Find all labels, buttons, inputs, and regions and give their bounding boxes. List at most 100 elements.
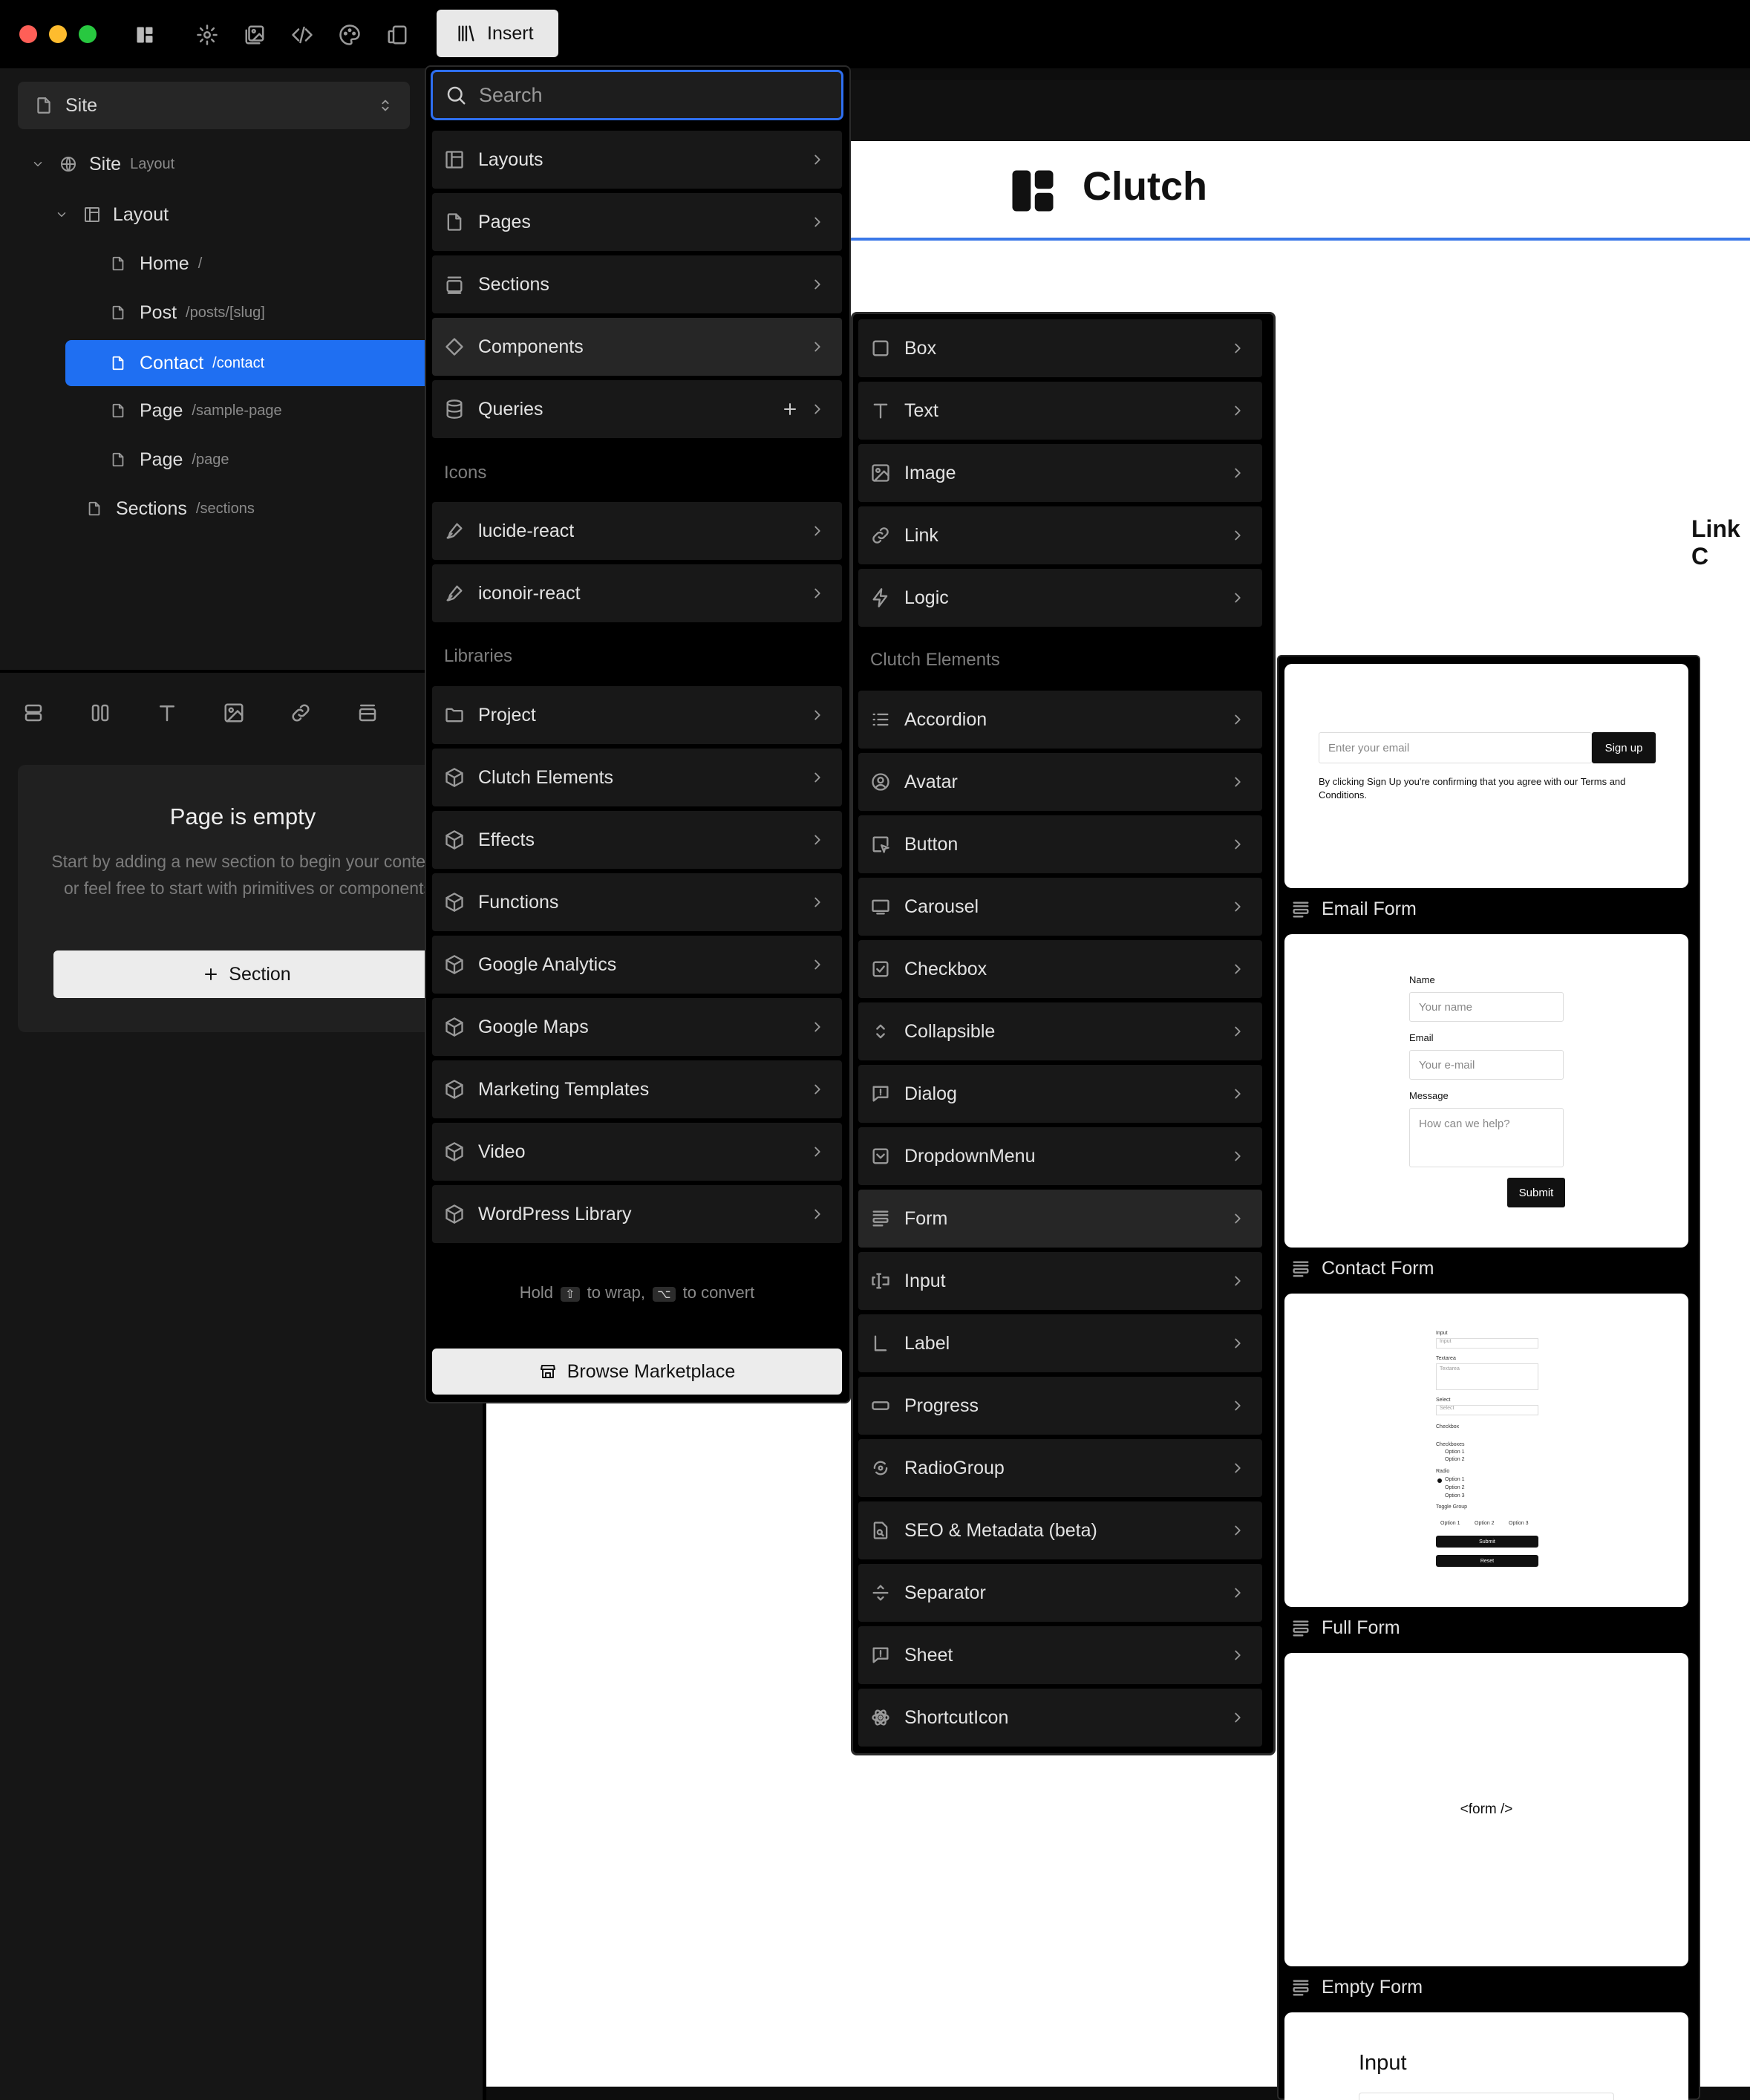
search-field[interactable] xyxy=(431,70,843,120)
add-box-button[interactable] xyxy=(0,702,67,724)
tree-item-post[interactable]: Post /posts/[slug] xyxy=(0,291,427,334)
component-item-link[interactable]: Link xyxy=(858,506,1262,564)
chevron-right-icon xyxy=(1235,405,1241,416)
link-icon xyxy=(292,704,310,722)
library-item-functions[interactable]: Functions xyxy=(432,873,842,931)
input-form-preview[interactable]: Input xyxy=(1284,2012,1688,2100)
element-item-avatar[interactable]: Avatar xyxy=(858,753,1262,811)
minimize-window-button[interactable] xyxy=(49,25,67,43)
tree-item-site[interactable]: Site Layout xyxy=(0,143,427,186)
insert-item-label: iconoir-react xyxy=(478,582,581,604)
library-item-wordpress-library[interactable]: WordPress Library xyxy=(432,1185,842,1243)
chevron-right-icon xyxy=(814,526,820,536)
element-item-seo-metadata[interactable]: SEO & Metadata (beta) xyxy=(858,1501,1262,1559)
library-item-video[interactable]: Video xyxy=(432,1123,842,1181)
form-icon xyxy=(1293,1980,1309,1995)
email-form-preview[interactable]: Enter your email Sign up By clicking Sig… xyxy=(1284,664,1688,888)
message-square-alert-icon xyxy=(872,1647,889,1663)
contact-preview-email-label: Email xyxy=(1409,1032,1434,1043)
close-window-button[interactable] xyxy=(19,25,37,43)
chevron-down-icon[interactable] xyxy=(55,208,68,221)
theme-button[interactable] xyxy=(333,18,367,52)
element-item-form[interactable]: Form xyxy=(858,1190,1262,1248)
insert-item-label: Components xyxy=(478,336,584,357)
responsive-button[interactable] xyxy=(380,18,414,52)
element-item-checkbox[interactable]: Checkbox xyxy=(858,940,1262,998)
element-item-sheet[interactable]: Sheet xyxy=(858,1626,1262,1684)
settings-button[interactable] xyxy=(190,18,224,52)
layout-icon xyxy=(137,27,153,43)
component-item-text[interactable]: Text xyxy=(858,382,1262,440)
maximize-window-button[interactable] xyxy=(79,25,97,43)
search-input[interactable] xyxy=(477,82,819,108)
full-form-preview[interactable]: Input Input Textarea Textarea Select Sel… xyxy=(1284,1294,1688,1607)
chevron-down-icon[interactable] xyxy=(31,157,45,171)
insert-button[interactable]: Insert xyxy=(437,10,558,57)
chevron-right-icon xyxy=(1235,1151,1241,1161)
add-columns-button[interactable] xyxy=(67,702,134,724)
code-button[interactable] xyxy=(285,18,319,52)
add-image-button[interactable] xyxy=(200,702,267,724)
input-preview-field xyxy=(1359,2093,1614,2100)
media-button[interactable] xyxy=(238,18,272,52)
full-preview-toggle-label: Toggle Group xyxy=(1436,1504,1468,1510)
insert-item-label: lucide-react xyxy=(478,520,575,541)
tree-item-label: Home xyxy=(140,252,189,274)
element-item-collapsible[interactable]: Collapsible xyxy=(858,1002,1262,1060)
insert-item-layouts[interactable]: Layouts xyxy=(432,131,842,189)
insert-item-lucide-react[interactable]: lucide-react xyxy=(432,502,842,560)
element-item-label[interactable]: Label xyxy=(858,1314,1262,1372)
component-item-box[interactable]: Box xyxy=(858,319,1262,377)
contact-form-preview[interactable]: Name Your name Email Your e-mail Message… xyxy=(1284,934,1688,1248)
add-link-button[interactable] xyxy=(267,702,334,724)
insert-item-pages[interactable]: Pages xyxy=(432,193,842,251)
element-item-button[interactable]: Button xyxy=(858,815,1262,873)
component-item-image[interactable]: Image xyxy=(858,444,1262,502)
tree-item-contact[interactable]: Contact /contact xyxy=(65,340,427,386)
library-item-clutch-elements[interactable]: Clutch Elements xyxy=(432,749,842,806)
layout-toggle-button[interactable] xyxy=(128,18,162,52)
library-item-label: Functions xyxy=(478,891,559,913)
tree-item-sections[interactable]: Sections /sections xyxy=(0,487,427,530)
insert-item-iconoir-react[interactable]: iconoir-react xyxy=(432,564,842,622)
library-item-effects[interactable]: Effects xyxy=(432,811,842,869)
square-icon xyxy=(872,340,889,356)
library-item-marketing-templates[interactable]: Marketing Templates xyxy=(432,1060,842,1118)
square-chevron-down-icon xyxy=(872,1148,889,1164)
insert-item-components[interactable]: Components xyxy=(432,318,842,376)
element-item-label-text: Label xyxy=(904,1332,950,1354)
site-selector[interactable]: Site xyxy=(18,82,410,129)
plus-icon[interactable] xyxy=(781,400,799,418)
browse-marketplace-label: Browse Marketplace xyxy=(567,1360,736,1382)
tree-item-page[interactable]: Page /page xyxy=(0,438,427,481)
tree-item-sample-page[interactable]: Page /sample-page xyxy=(0,389,427,432)
element-item-dropdownmenu[interactable]: DropdownMenu xyxy=(858,1127,1262,1185)
element-item-input[interactable]: Input xyxy=(858,1252,1262,1310)
tree-item-layout[interactable]: Layout xyxy=(0,193,427,236)
element-item-accordion[interactable]: Accordion xyxy=(858,691,1262,749)
tree-item-label: Page xyxy=(140,400,183,421)
library-item-google-analytics[interactable]: Google Analytics xyxy=(432,936,842,994)
element-item-shortcuticon[interactable]: ShortcutIcon xyxy=(858,1689,1262,1747)
browse-marketplace-button[interactable]: Browse Marketplace xyxy=(432,1349,842,1395)
insert-item-queries[interactable]: Queries xyxy=(432,380,842,438)
chevron-right-icon xyxy=(1235,1026,1241,1037)
zap-icon xyxy=(872,588,888,607)
component-item-logic[interactable]: Logic xyxy=(858,569,1262,627)
library-item-project[interactable]: Project xyxy=(432,686,842,744)
element-item-label: Sheet xyxy=(904,1644,953,1666)
element-item-carousel[interactable]: Carousel xyxy=(858,878,1262,936)
chevron-right-icon xyxy=(1235,530,1241,541)
element-item-separator[interactable]: Separator xyxy=(858,1564,1262,1622)
element-item-dialog[interactable]: Dialog xyxy=(858,1065,1262,1123)
add-section-button[interactable] xyxy=(334,702,401,724)
empty-form-preview[interactable]: <form /> xyxy=(1284,1653,1688,1966)
element-item-radiogroup[interactable]: RadioGroup xyxy=(858,1439,1262,1497)
insert-item-sections[interactable]: Sections xyxy=(432,255,842,313)
cursor-click-icon xyxy=(872,836,889,853)
add-text-button[interactable] xyxy=(134,702,200,724)
element-item-progress[interactable]: Progress xyxy=(858,1377,1262,1435)
tree-item-home[interactable]: Home / xyxy=(0,242,427,285)
library-item-google-maps[interactable]: Google Maps xyxy=(432,998,842,1056)
hint-convert: to convert xyxy=(682,1283,755,1302)
